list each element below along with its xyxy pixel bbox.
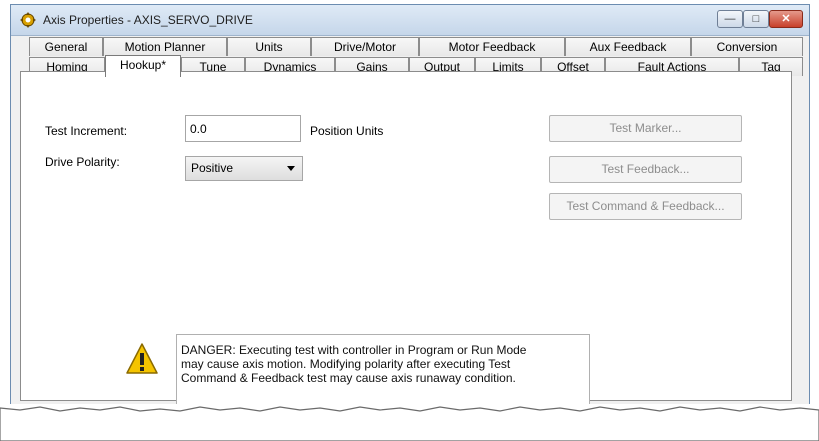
torn-edge bbox=[0, 404, 819, 441]
minimize-button[interactable]: — bbox=[717, 10, 743, 28]
maximize-button[interactable]: □ bbox=[743, 10, 769, 28]
drive-polarity-label: Drive Polarity: bbox=[45, 155, 120, 169]
tab-motor-feedback[interactable]: Motor Feedback bbox=[419, 37, 565, 56]
title-bar[interactable]: Axis Properties - AXIS_SERVO_DRIVE — □ ✕ bbox=[11, 5, 809, 36]
tab-drive-motor[interactable]: Drive/Motor bbox=[311, 37, 419, 56]
tab-units[interactable]: Units bbox=[227, 37, 311, 56]
test-command-feedback-button[interactable]: Test Command & Feedback... bbox=[549, 193, 742, 220]
close-button[interactable]: ✕ bbox=[769, 10, 803, 28]
drive-polarity-select[interactable]: Positive bbox=[185, 156, 303, 181]
tab-hookup[interactable]: Hookup* bbox=[105, 55, 181, 77]
danger-line-3: Command & Feedback test may cause axis r… bbox=[181, 371, 516, 385]
axis-properties-icon bbox=[20, 12, 36, 28]
test-increment-input[interactable] bbox=[185, 115, 301, 142]
tab-conversion[interactable]: Conversion bbox=[691, 37, 803, 56]
danger-line-2: may cause axis motion. Modifying polarit… bbox=[181, 357, 511, 371]
tab-motion-planner[interactable]: Motion Planner bbox=[103, 37, 227, 56]
danger-line-1: DANGER: Executing test with controller i… bbox=[181, 343, 527, 357]
test-feedback-button[interactable]: Test Feedback... bbox=[549, 156, 742, 183]
test-marker-button[interactable]: Test Marker... bbox=[549, 115, 742, 142]
tab-general[interactable]: General bbox=[29, 37, 103, 56]
position-units-label: Position Units bbox=[310, 124, 384, 138]
warning-icon bbox=[126, 343, 158, 374]
drive-polarity-value: Positive bbox=[191, 161, 234, 175]
window-title: Axis Properties - AXIS_SERVO_DRIVE bbox=[43, 13, 253, 27]
test-increment-label: Test Increment: bbox=[45, 124, 128, 138]
tab-aux-feedback[interactable]: Aux Feedback bbox=[565, 37, 691, 56]
chevron-down-icon bbox=[287, 166, 295, 171]
